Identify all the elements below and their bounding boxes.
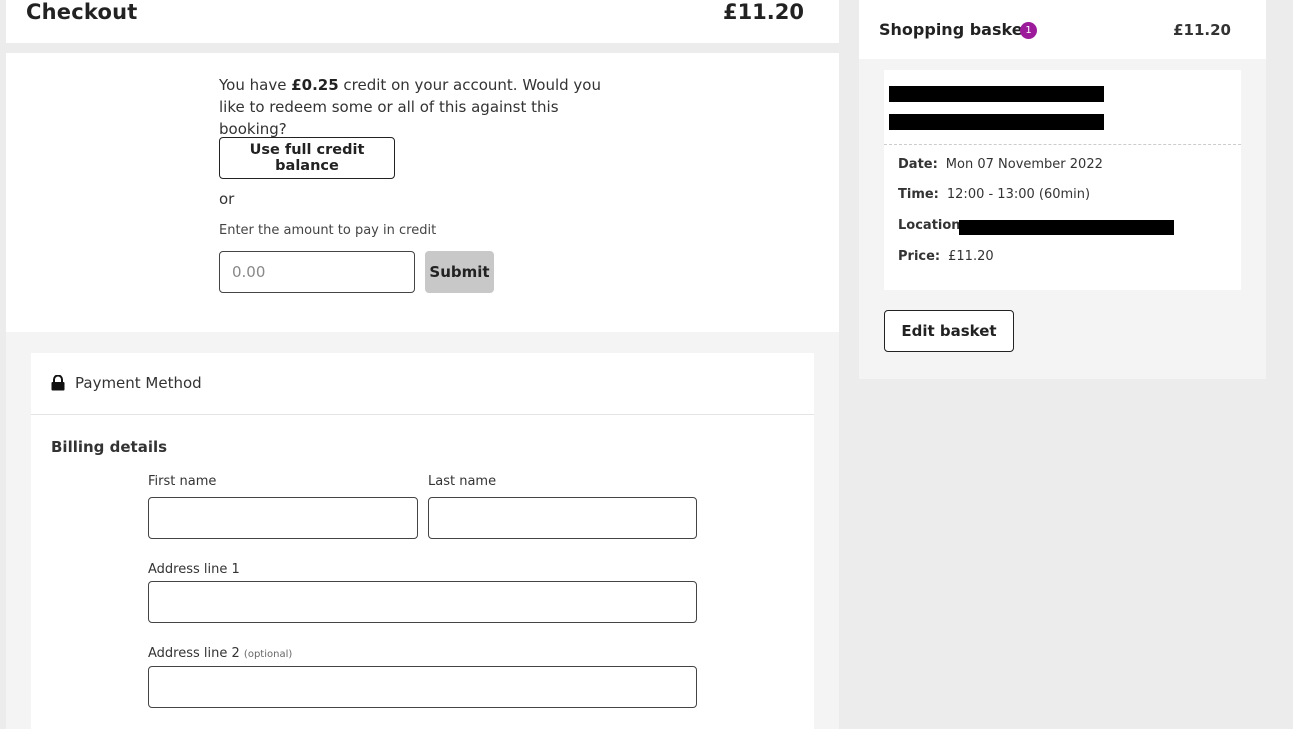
time-row: Time: 12:00 - 13:00 (60min) — [898, 187, 1090, 202]
checkout-header: Checkout £11.20 — [6, 0, 839, 43]
address1-label: Address line 1 — [148, 562, 240, 577]
payment-card: Payment Method Billing details First nam… — [31, 353, 814, 729]
time-key: Time: — [898, 187, 939, 202]
payment-area: Payment Method Billing details First nam… — [6, 332, 839, 729]
edit-basket-button[interactable]: Edit basket — [884, 310, 1014, 352]
price-value: £11.20 — [948, 249, 994, 264]
payment-method-title: Payment Method — [75, 374, 202, 392]
first-name-label: First name — [148, 474, 217, 489]
submit-credit-button[interactable]: Submit — [425, 251, 494, 293]
basket-header: Shopping basket 1 £11.20 — [859, 0, 1266, 59]
or-label: or — [219, 190, 235, 208]
basket-total: £11.20 — [1173, 21, 1231, 39]
checkout-total: £11.20 — [722, 0, 804, 24]
redacted-location — [959, 220, 1174, 235]
date-key: Date: — [898, 157, 938, 172]
redacted-item-detail — [889, 114, 1104, 130]
address2-label: Address line 2 (optional) — [148, 646, 292, 661]
credit-message: You have £0.25 credit on your account. W… — [219, 74, 609, 140]
address2-field[interactable] — [148, 666, 697, 708]
optional-tag: (optional) — [243, 649, 293, 660]
address1-field[interactable] — [148, 581, 697, 623]
price-row: Price: £11.20 — [898, 249, 994, 264]
last-name-field[interactable] — [428, 497, 697, 539]
basket-title: Shopping basket — [879, 20, 1031, 39]
billing-details-title: Billing details — [51, 438, 168, 456]
credit-amount: £0.25 — [291, 76, 339, 94]
payment-method-header[interactable]: Payment Method — [31, 353, 814, 415]
basket-item: Date: Mon 07 November 2022 Time: 12:00 - 1… — [884, 70, 1241, 290]
price-key: Price: — [898, 249, 941, 264]
use-full-credit-button[interactable]: Use full credit balance — [219, 137, 395, 179]
location-key: Location: — [898, 218, 966, 233]
last-name-label: Last name — [428, 474, 497, 489]
credit-panel: You have £0.25 credit on your account. W… — [6, 53, 839, 332]
basket-count-badge: 1 — [1020, 22, 1037, 39]
credit-prefix: You have — [219, 76, 292, 94]
shopping-basket: Shopping basket 1 £11.20 Date: Mon 07 Nov… — [859, 0, 1266, 379]
location-row: Location: — [898, 218, 968, 233]
time-value: 12:00 - 13:00 (60min) — [946, 187, 1091, 202]
lock-icon — [51, 375, 65, 391]
first-name-field[interactable] — [148, 497, 418, 539]
item-summary — [884, 70, 1241, 145]
address2-label-text: Address line 2 — [148, 646, 240, 661]
main-column: Checkout £11.20 You have £0.25 credit on… — [6, 0, 839, 729]
date-row: Date: Mon 07 November 2022 — [898, 157, 1103, 172]
date-value: Mon 07 November 2022 — [945, 157, 1103, 172]
credit-amount-input[interactable] — [219, 251, 415, 293]
redacted-item-name — [889, 86, 1104, 102]
credit-amount-label: Enter the amount to pay in credit — [219, 223, 437, 238]
page-title: Checkout — [26, 0, 138, 24]
